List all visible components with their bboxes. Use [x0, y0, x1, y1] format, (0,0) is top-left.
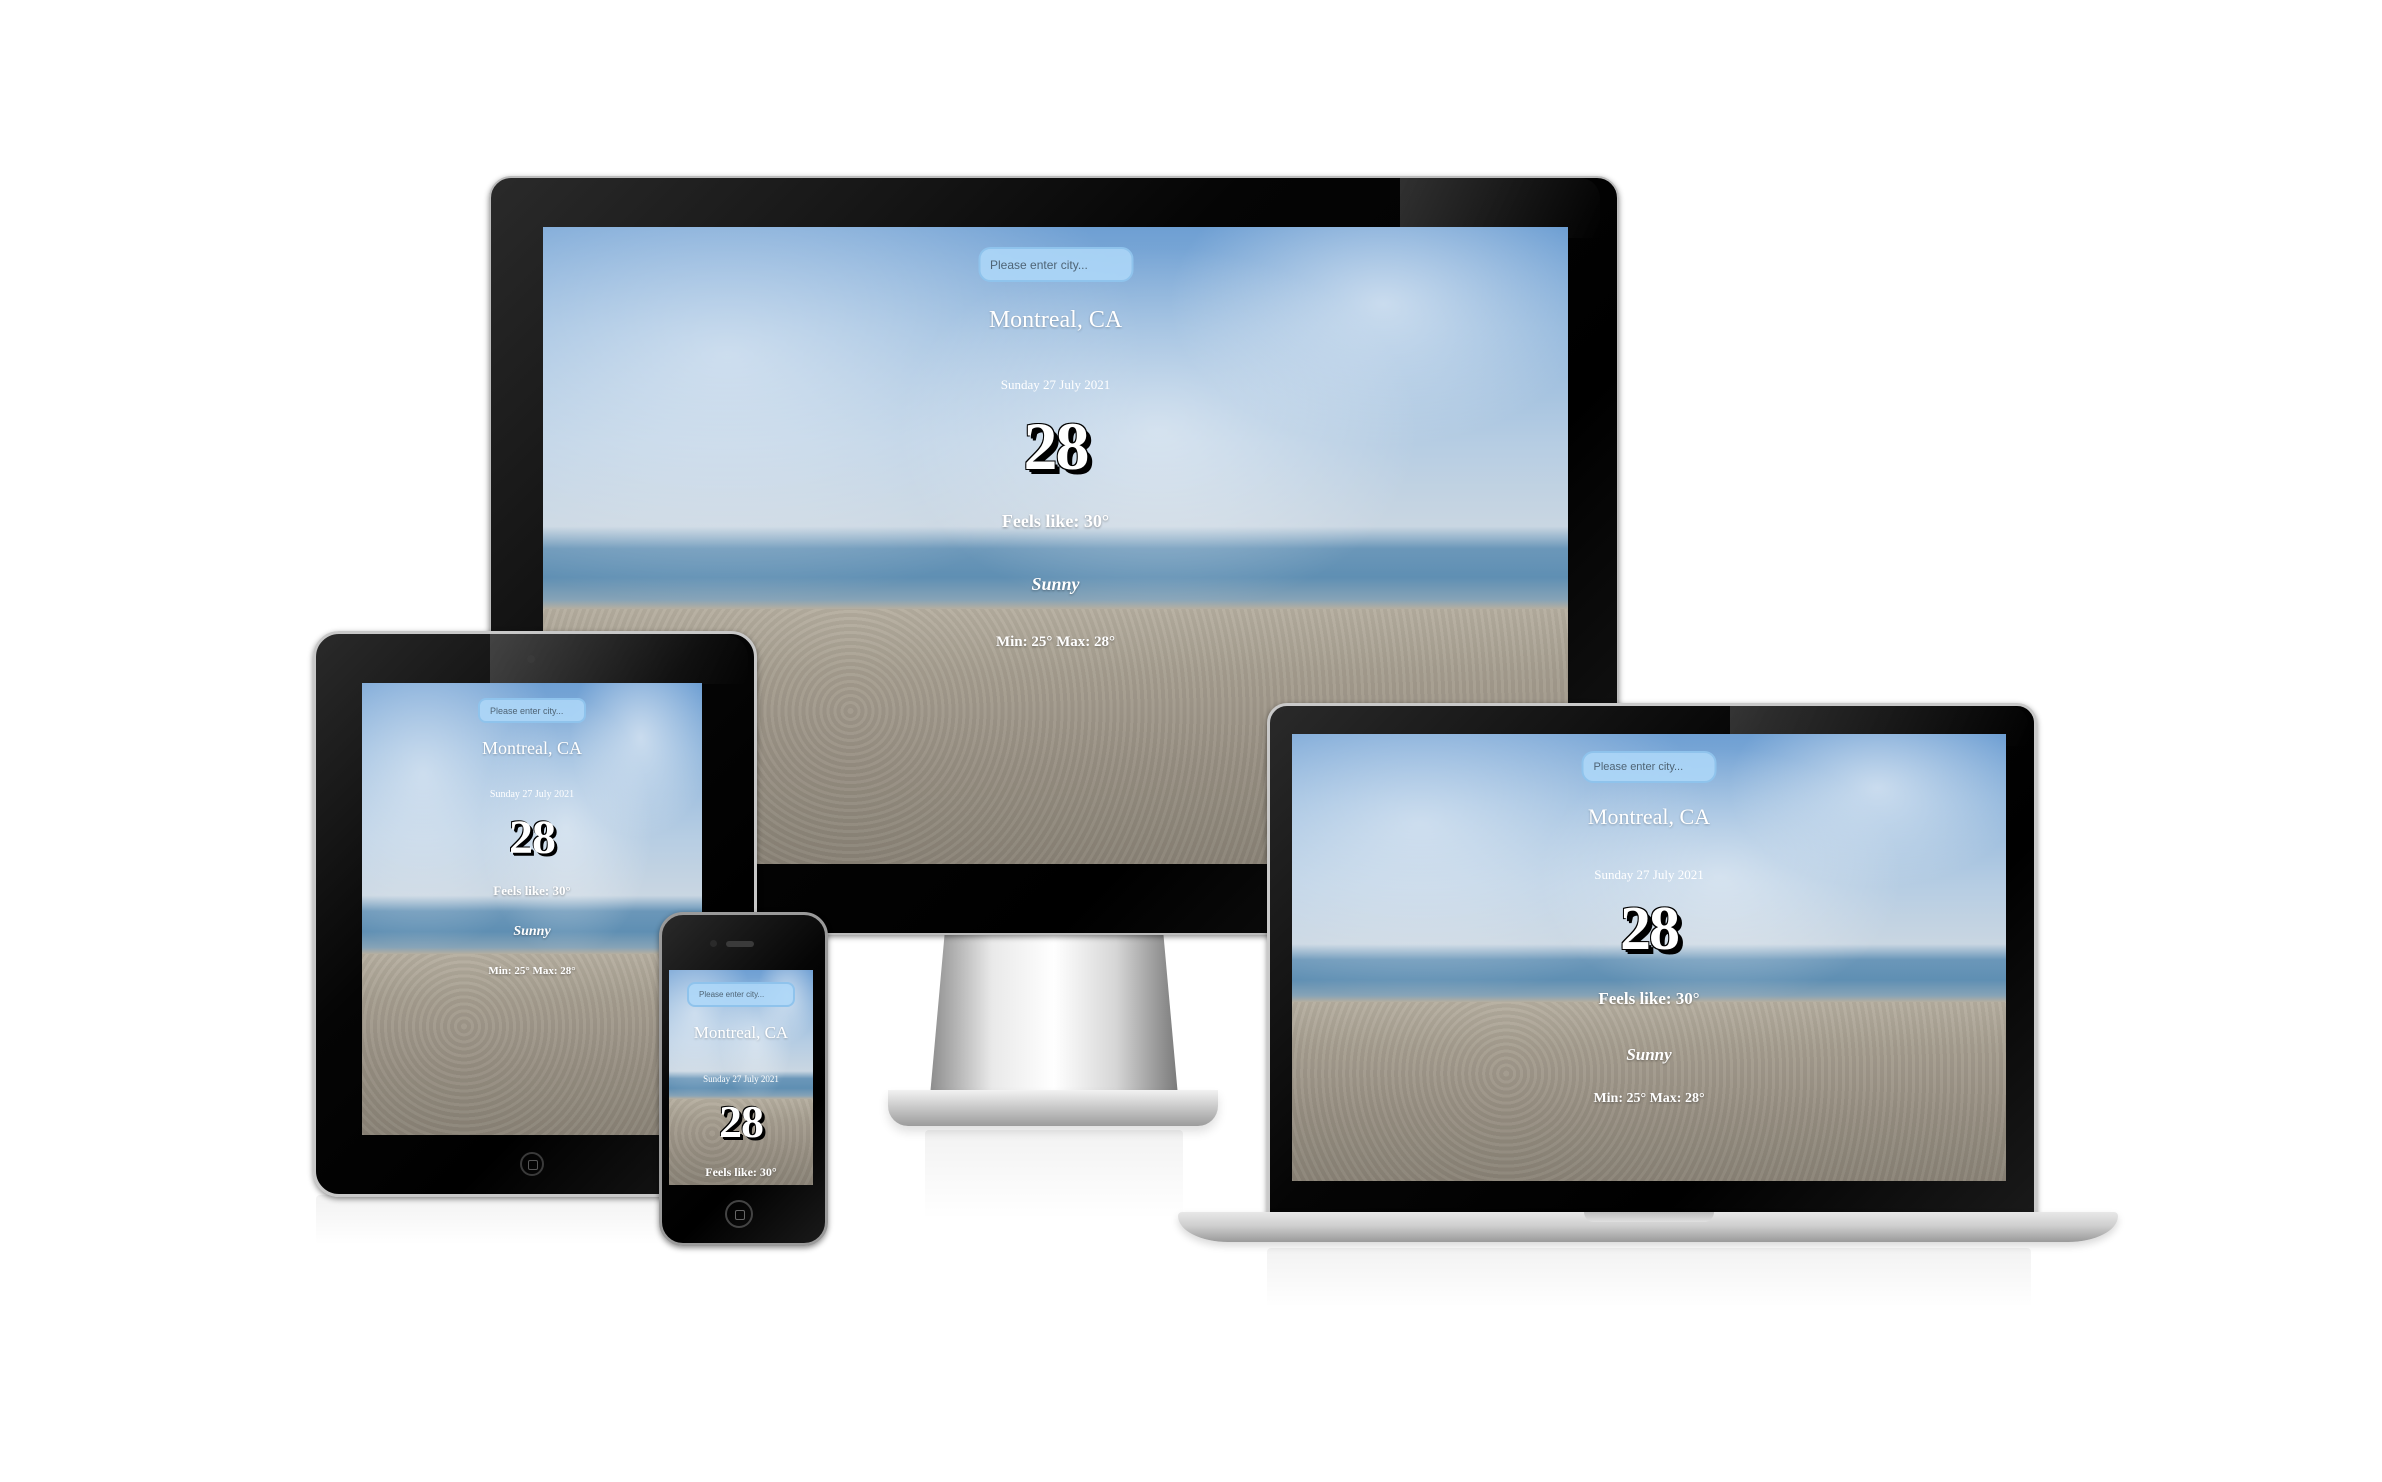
phone-screen: Montreal, CA Sunday 27 July 2021 28 Feel…: [669, 970, 813, 1185]
min-max-text: Min: 25° Max: 28°: [1593, 1091, 1705, 1106]
city-name: Montreal, CA: [482, 738, 582, 758]
search-input[interactable]: [478, 698, 586, 723]
feels-like-text: Feels like: 30°: [1598, 989, 1700, 1008]
condition-text: Sunny: [513, 924, 551, 939]
date-text: Sunday 27 July 2021: [1000, 377, 1111, 392]
search-input[interactable]: [1581, 751, 1717, 783]
date-text: Sunday 27 July 2021: [703, 1074, 779, 1084]
home-button-icon[interactable]: [725, 1200, 753, 1228]
monitor-stand-foot: [888, 1090, 1218, 1126]
laptop-screen: Montreal, CA Sunday 27 July 2021 28 Feel…: [1292, 734, 2006, 1181]
camera-icon: [710, 940, 717, 947]
feels-like-text: Feels like: 30°: [1001, 511, 1110, 531]
monitor-stand-neck: [930, 931, 1178, 1096]
laptop-reflection: [1267, 1248, 2031, 1308]
date-text: Sunday 27 July 2021: [1594, 867, 1704, 882]
city-name: Montreal, CA: [693, 1023, 789, 1042]
temperature-value: 28: [1620, 895, 1680, 963]
temperature-value: 28: [719, 1096, 764, 1147]
condition-text: Sunny: [1626, 1045, 1672, 1064]
min-max-text: Min: 25° Max: 28°: [995, 634, 1116, 650]
feels-like-text: Feels like: 30°: [493, 883, 571, 898]
feels-like-text: Feels like: 30°: [705, 1165, 777, 1179]
city-name: Montreal, CA: [988, 307, 1123, 333]
laptop-opening-notch: [1584, 1212, 1714, 1222]
speaker-grille: [726, 941, 754, 947]
temperature-value: 28: [1023, 408, 1090, 484]
search-input[interactable]: [978, 247, 1133, 282]
min-max-text: Min: 25° Max: 28°: [488, 965, 576, 977]
date-text: Sunday 27 July 2021: [489, 789, 575, 800]
temperature-value: 28: [509, 811, 556, 864]
condition-text: Sunny: [1031, 574, 1080, 594]
search-input[interactable]: [687, 982, 795, 1007]
camera-icon: [527, 655, 535, 663]
monitor-reflection: [925, 1130, 1183, 1220]
home-button-icon[interactable]: [520, 1152, 544, 1176]
tablet-screen: Montreal, CA Sunday 27 July 2021 28 Feel…: [362, 683, 702, 1135]
city-name: Montreal, CA: [1587, 804, 1711, 829]
